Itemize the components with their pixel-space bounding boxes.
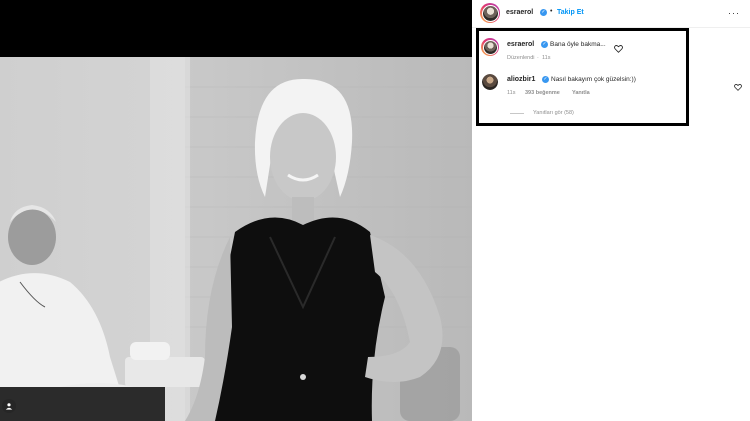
verified-badge-icon: ✓ [541, 41, 548, 48]
reply-avatar[interactable] [482, 74, 498, 90]
caption-username[interactable]: esraerol [507, 41, 534, 48]
post-photo [0, 57, 472, 421]
reply-likes[interactable]: 393 beğenme [525, 90, 560, 96]
caption-text: Bana öyle bakma... [550, 41, 606, 48]
reply-text: Nasıl bakayım çok güzelsin:)) [551, 76, 636, 83]
author-avatar[interactable] [480, 3, 500, 23]
caption-separator: · [537, 55, 539, 61]
more-options-icon[interactable]: ··· [728, 9, 740, 18]
heart-outline-icon[interactable] [734, 78, 742, 96]
caption-avatar[interactable] [481, 38, 499, 56]
verified-badge-icon: ✓ [540, 9, 547, 16]
reply-time[interactable]: 11s [507, 90, 515, 96]
view-replies-button[interactable]: Yanıtları gör (58) [533, 110, 574, 116]
replies-divider [510, 113, 524, 114]
reply-username[interactable]: aliozbir1 [507, 76, 535, 83]
caption-edited-label: Düzenlendi [507, 55, 535, 61]
verified-badge-icon: ✓ [542, 76, 549, 83]
post-header: esraerol ✓ • Takip Et ··· [472, 0, 750, 28]
caption-time[interactable]: 11s [542, 55, 550, 61]
user-tag-icon[interactable] [2, 399, 16, 413]
header-username[interactable]: esraerol [506, 9, 533, 16]
heart-outline-icon[interactable] [614, 40, 623, 58]
follow-button[interactable]: Takip Et [557, 9, 584, 16]
reply-button[interactable]: Yanıtla [572, 90, 590, 96]
post-media[interactable] [0, 0, 472, 421]
comments-panel: esraerol ✓ • Takip Et ··· esraerol ✓ Ban… [472, 0, 750, 421]
header-separator: • [550, 8, 553, 15]
